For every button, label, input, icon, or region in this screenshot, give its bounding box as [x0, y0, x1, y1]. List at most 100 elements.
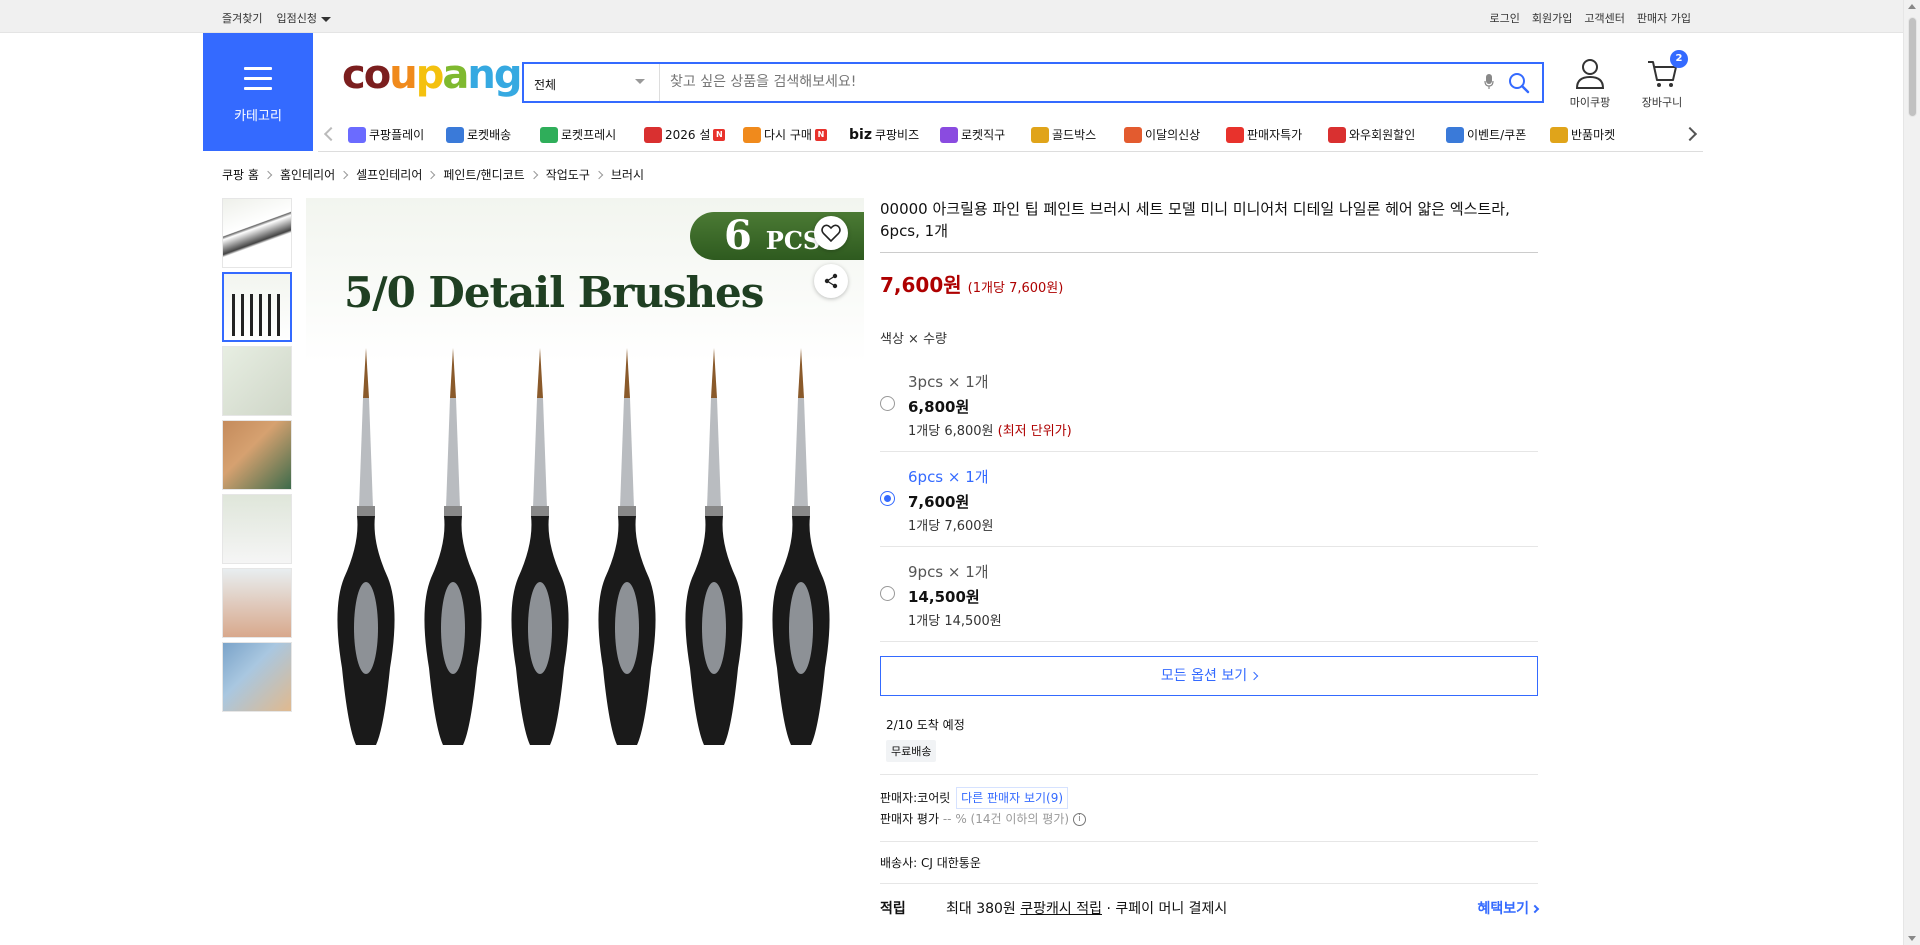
quicknav-item[interactable]: 로켓직구 [940, 126, 1005, 143]
option-radio[interactable] [880, 396, 895, 411]
search-input[interactable] [670, 74, 1470, 90]
divider [880, 774, 1538, 775]
cart-button[interactable]: 장바구니 2 [1632, 50, 1692, 110]
rocket-icon [446, 126, 464, 143]
search-category-select[interactable]: 전체 [524, 64, 660, 101]
coupang-cash-link[interactable]: 쿠팡캐시 적립 [1020, 901, 1102, 917]
quicknav-item[interactable]: 골드박스 [1031, 126, 1096, 143]
option-list: 3pcs × 1개 6,800원 1개당 6,800원 (최저 단위가) 6pcs ×… [880, 357, 1538, 642]
coupon-icon [1446, 126, 1464, 143]
top-utility-bar: 즐겨찾기 입점신청 로그인 회원가입 고객센터 판매자 가입 [0, 0, 1903, 33]
seller-info: 판매자:코어릿 다른 판매자 보기(9) 판매자 평가 -- % (14건 이하… [880, 787, 1538, 829]
product-thumbnail[interactable] [222, 420, 292, 490]
quicknav-label: 쿠팡비즈 [874, 128, 920, 142]
price-row: 7,600원 (1개당 7,600원) [880, 269, 1538, 298]
chevron-right-icon [1530, 904, 1540, 914]
product-info-panel: 00000 아크릴용 파인 팁 페인트 브러시 세트 모델 미니 미니어처 디테… [880, 198, 1540, 920]
breadcrumb-chevron-icon [594, 170, 604, 179]
breadcrumb-item[interactable]: 쿠팡 홈 [222, 166, 259, 183]
product-title: 00000 아크릴용 파인 팁 페인트 브러시 세트 모델 미니 미니어처 디테… [880, 198, 1538, 253]
all-options-button[interactable]: 모든 옵션 보기 [880, 656, 1538, 696]
quicknav-label: 이달의신상 [1145, 128, 1201, 142]
product-thumbnail[interactable] [222, 198, 292, 268]
quicknav-item[interactable]: 반품마켓 [1550, 126, 1615, 143]
option-item[interactable]: 9pcs × 1개 14,500원 1개당 14,500원 [880, 547, 1538, 642]
customer-center-link[interactable]: 고객센터 [1584, 10, 1624, 26]
heart-icon [821, 224, 841, 242]
quicknav-item[interactable]: 2026 설N [644, 126, 726, 143]
seller-signup-link[interactable]: 판매자 가입 [1637, 10, 1691, 26]
coupang-logo[interactable]: coupang [342, 52, 522, 98]
page-scrollbar[interactable] [1903, 0, 1920, 945]
quicknav-label: 로켓배송 [467, 128, 512, 142]
play-icon [348, 126, 366, 143]
favorites-link[interactable]: 즐겨찾기 [222, 10, 262, 26]
info-icon[interactable]: i [1072, 813, 1086, 826]
seller-rating-value: -- % (14건 이하의 평가) [942, 812, 1070, 826]
quicknav-item[interactable]: 이벤트/쿠폰 [1446, 126, 1526, 143]
quicknav-item[interactable]: 와우회원할인 [1328, 126, 1415, 143]
product-price: 7,600원 [880, 273, 962, 297]
breadcrumb-item[interactable]: 페인트/핸디코트 [443, 166, 524, 183]
quicknav-label: 로켓프레시 [561, 128, 617, 142]
share-button[interactable] [814, 264, 848, 298]
favorite-button[interactable] [814, 216, 848, 250]
breadcrumb-item[interactable]: 브러시 [611, 166, 644, 183]
quicknav-item[interactable]: 쿠팡플레이 [348, 126, 424, 143]
option-name: 6pcs × 1개 [908, 468, 989, 486]
quicknav-item[interactable]: 로켓프레시 [540, 126, 616, 143]
logo-letter: o [363, 52, 392, 98]
quicknav-label: 쿠팡플레이 [369, 128, 425, 142]
product-thumbnail[interactable] [222, 642, 292, 712]
divider [880, 841, 1538, 842]
breadcrumb-item[interactable]: 셀프인테리어 [356, 166, 422, 183]
scroll-up-icon[interactable] [1908, 4, 1916, 9]
product-thumbnail[interactable] [222, 568, 292, 638]
option-unit-price: 1개당 6,800원 (최저 단위가) [908, 420, 1072, 439]
cart-label: 장바구니 [1641, 96, 1683, 109]
free-shipping-badge: 무료배송 [886, 740, 937, 762]
benefits-button[interactable]: 혜택보기 [1477, 898, 1540, 918]
category-label: 카테고리 [234, 109, 282, 124]
option-radio[interactable] [880, 491, 895, 506]
category-menu-button[interactable]: 카테고리 [203, 33, 313, 151]
search-icon[interactable] [1508, 72, 1530, 94]
seller-apply-menu[interactable]: 입점신청 [276, 10, 331, 26]
option-item[interactable]: 6pcs × 1개 7,600원 1개당 7,600원 [880, 452, 1538, 547]
logo-letter: a [442, 52, 469, 98]
breadcrumb-item[interactable]: 작업도구 [546, 166, 590, 183]
option-radio[interactable] [880, 586, 895, 601]
other-sellers-button[interactable]: 다른 판매자 보기(9) [956, 787, 1069, 809]
quicknav-item[interactable]: 이달의신상 [1124, 126, 1200, 143]
signup-link[interactable]: 회원가입 [1532, 10, 1572, 26]
wow-icon [1328, 126, 1346, 143]
seller-name[interactable]: 코어릿 [917, 791, 950, 805]
chevron-left-icon[interactable] [323, 126, 339, 142]
quicknav-item[interactable]: 다시 구매 N [743, 126, 827, 143]
logo-letter: c [342, 52, 366, 98]
scrollbar-thumb[interactable] [1908, 17, 1917, 117]
search-category-value: 전체 [534, 78, 557, 92]
breadcrumb-chevron-icon [263, 170, 273, 179]
login-link[interactable]: 로그인 [1490, 10, 1520, 26]
seller-apply-label: 입점신청 [276, 12, 317, 25]
product-thumbnail[interactable] [222, 494, 292, 564]
scroll-down-icon[interactable] [1908, 936, 1916, 941]
option-item[interactable]: 3pcs × 1개 6,800원 1개당 6,800원 (최저 단위가) [880, 357, 1538, 452]
product-thumbnail[interactable] [222, 346, 292, 416]
mypage-button[interactable]: 마이쿠팡 [1560, 58, 1620, 110]
microphone-icon[interactable] [1484, 74, 1494, 90]
quicknav-label: 판매자특가 [1247, 128, 1303, 142]
chevron-right-icon [1249, 671, 1259, 681]
chevron-right-icon[interactable] [1682, 126, 1698, 142]
quicknav-item[interactable]: 판매자특가 [1226, 126, 1302, 143]
product-thumbnail[interactable] [222, 272, 292, 342]
goldbox-icon [1031, 126, 1049, 143]
breadcrumb-item[interactable]: 홈인테리어 [280, 166, 335, 183]
logo-letter: u [389, 52, 418, 98]
quicknav-item[interactable]: 로켓배송 [446, 126, 511, 143]
quick-nav-bar: 쿠팡플레이 로켓배송 로켓프레시 2026 설 N 다시 구매 N biz 쿠팡비즈 로켓직구 골드… [318, 122, 1703, 152]
quicknav-item[interactable]: biz 쿠팡비즈 [849, 126, 919, 143]
seller-label: 판매자: [880, 791, 918, 805]
arrival-date: 2/10 도착 예정 [886, 718, 965, 732]
